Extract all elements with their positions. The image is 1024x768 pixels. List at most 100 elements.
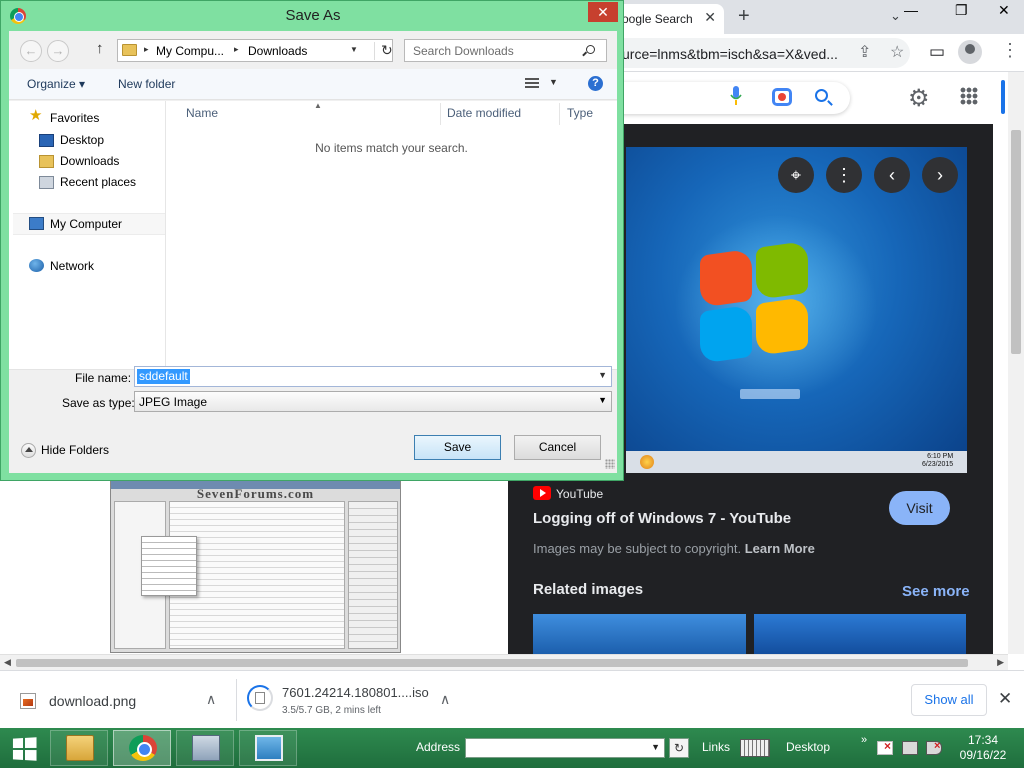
nav-recent-places[interactable]: Recent places: [60, 175, 136, 189]
see-more-link[interactable]: See more: [902, 583, 970, 600]
new-tab-button[interactable]: +: [738, 5, 750, 28]
scroll-thumb[interactable]: [1011, 130, 1021, 354]
file-name-value[interactable]: sddefault: [137, 369, 190, 384]
google-apps-icon[interactable]: [960, 87, 978, 105]
desktop-toolbar-label[interactable]: Desktop: [786, 740, 830, 754]
save-type-dropdown-icon[interactable]: ▼: [598, 395, 607, 405]
file-name-dropdown-icon[interactable]: ▼: [598, 370, 607, 380]
nav-downloads[interactable]: Downloads: [60, 154, 119, 168]
page-horizontal-scrollbar[interactable]: ◀ ▶: [0, 654, 1008, 670]
refresh-icon[interactable]: ↻: [374, 42, 393, 60]
previous-image-icon[interactable]: ‹: [874, 157, 910, 193]
tab-title: oogle Search: [622, 12, 693, 26]
nav-favorites[interactable]: Favorites: [50, 111, 99, 125]
taskbar-address-input[interactable]: ▼: [465, 738, 665, 758]
sign-in-button-edge[interactable]: [1001, 80, 1005, 114]
download-2-menu-icon[interactable]: ∧: [440, 691, 450, 708]
hide-folders-button[interactable]: Hide Folders: [41, 443, 109, 457]
close-window-button[interactable]: ✕: [998, 2, 1010, 19]
download-item-1[interactable]: download.png: [49, 693, 136, 709]
file-name-input[interactable]: sddefault ▼: [134, 366, 612, 387]
bookmark-star-icon[interactable]: ☆: [890, 42, 904, 62]
close-download-shelf-icon[interactable]: ✕: [998, 689, 1012, 709]
taskbar-refresh-icon[interactable]: ↻: [669, 738, 689, 758]
back-arrow-icon[interactable]: ←: [20, 40, 42, 62]
settings-gear-icon[interactable]: ⚙: [908, 84, 930, 113]
address-dropdown-icon[interactable]: ▼: [651, 742, 660, 752]
horizontal-scroll-thumb[interactable]: [16, 659, 968, 667]
minimize-button[interactable]: —: [904, 2, 918, 18]
save-as-dialog: Save As ✕ ← → ↑ ▸ My Compu... ▸ Download…: [0, 0, 624, 481]
nav-my-computer[interactable]: My Computer: [50, 217, 122, 231]
next-image-icon[interactable]: ›: [922, 157, 958, 193]
up-level-icon[interactable]: ↑: [96, 40, 104, 57]
resize-grip-icon[interactable]: [605, 459, 615, 469]
column-type[interactable]: Type: [567, 106, 593, 120]
google-lens-icon[interactable]: [772, 88, 792, 106]
column-name[interactable]: Name: [186, 106, 218, 120]
system-clock[interactable]: 17:34 09/16/22: [950, 733, 1016, 763]
save-button[interactable]: Save: [414, 435, 501, 460]
file-name-label: File name:: [75, 371, 132, 385]
network-tray-icon[interactable]: [902, 741, 918, 755]
search-downloads-input[interactable]: Search Downloads: [404, 39, 607, 62]
dialog-close-button[interactable]: ✕: [588, 2, 618, 22]
learn-more-link[interactable]: Learn More: [745, 541, 815, 556]
search-submit-icon[interactable]: [815, 89, 828, 102]
related-image-1[interactable]: [533, 614, 746, 654]
preview-title[interactable]: Logging off of Windows 7 - YouTube: [533, 510, 791, 527]
share-icon[interactable]: ⇪: [858, 42, 871, 62]
tab-close-icon[interactable]: ✕: [704, 9, 716, 26]
column-date-modified[interactable]: Date modified: [447, 106, 521, 120]
search-icon[interactable]: [586, 45, 595, 54]
search-placeholder: Search Downloads: [413, 44, 514, 58]
preview-source[interactable]: YouTube: [556, 487, 603, 501]
taskbar-photo-viewer[interactable]: [239, 730, 297, 766]
links-toolbar-label[interactable]: Links: [702, 740, 730, 754]
crumb-downloads[interactable]: Downloads: [248, 44, 307, 58]
action-center-flag-icon[interactable]: [877, 739, 893, 755]
side-panel-icon[interactable]: ▭: [929, 42, 945, 62]
visit-button[interactable]: Visit: [889, 491, 950, 525]
related-image-2[interactable]: [754, 614, 966, 654]
crumb-my-computer[interactable]: My Compu...: [156, 44, 224, 58]
show-all-button[interactable]: Show all: [911, 684, 987, 716]
cancel-button[interactable]: Cancel: [514, 435, 601, 460]
help-icon[interactable]: ?: [588, 76, 603, 91]
column-divider[interactable]: [559, 103, 560, 125]
column-divider[interactable]: [440, 103, 441, 125]
view-options-dropdown-icon[interactable]: ▼: [549, 77, 558, 87]
forward-arrow-icon[interactable]: →: [47, 40, 69, 62]
toolbar-overflow-icon[interactable]: »: [861, 734, 867, 746]
voice-search-icon[interactable]: [730, 86, 742, 106]
chrome-menu-icon[interactable]: ⋮: [1001, 40, 1019, 61]
taskbar-file-explorer[interactable]: [50, 730, 108, 766]
desktop-icon: [39, 134, 54, 147]
scroll-right-icon[interactable]: ▶: [997, 657, 1004, 668]
restore-button[interactable]: ❐: [955, 2, 968, 19]
tab-search-icon[interactable]: ⌄: [890, 8, 901, 24]
download-1-menu-icon[interactable]: ∧: [206, 691, 216, 708]
scroll-left-icon[interactable]: ◀: [4, 657, 11, 668]
breadcrumb-address[interactable]: ▸ My Compu... ▸ Downloads ▼ ↻: [117, 39, 393, 62]
volume-muted-icon[interactable]: [926, 740, 942, 755]
nav-network[interactable]: Network: [50, 259, 94, 273]
taskbar-chrome[interactable]: [113, 730, 171, 766]
more-options-icon[interactable]: ⋮: [826, 157, 862, 193]
hide-folders-icon[interactable]: [21, 443, 36, 458]
taskbar-task-manager[interactable]: [176, 730, 234, 766]
organize-menu[interactable]: Organize ▾: [27, 77, 85, 91]
start-button-windows-icon[interactable]: [12, 737, 37, 761]
new-folder-button[interactable]: New folder: [118, 77, 175, 91]
result-thumbnail-sevenforums[interactable]: SevenForums.com: [110, 480, 401, 653]
profile-avatar[interactable]: [958, 40, 982, 64]
logo-blue-pane: [700, 304, 752, 364]
lens-search-icon[interactable]: ⌖: [778, 157, 814, 193]
save-type-select[interactable]: JPEG Image ▼: [134, 391, 612, 412]
keyboard-icon[interactable]: [740, 739, 770, 757]
download-item-2[interactable]: 7601.24214.180801....iso: [282, 685, 429, 700]
change-view-icon[interactable]: [525, 78, 539, 89]
address-history-dropdown-icon[interactable]: ▼: [350, 45, 358, 54]
page-vertical-scrollbar[interactable]: [1008, 72, 1024, 654]
nav-desktop[interactable]: Desktop: [60, 133, 104, 147]
